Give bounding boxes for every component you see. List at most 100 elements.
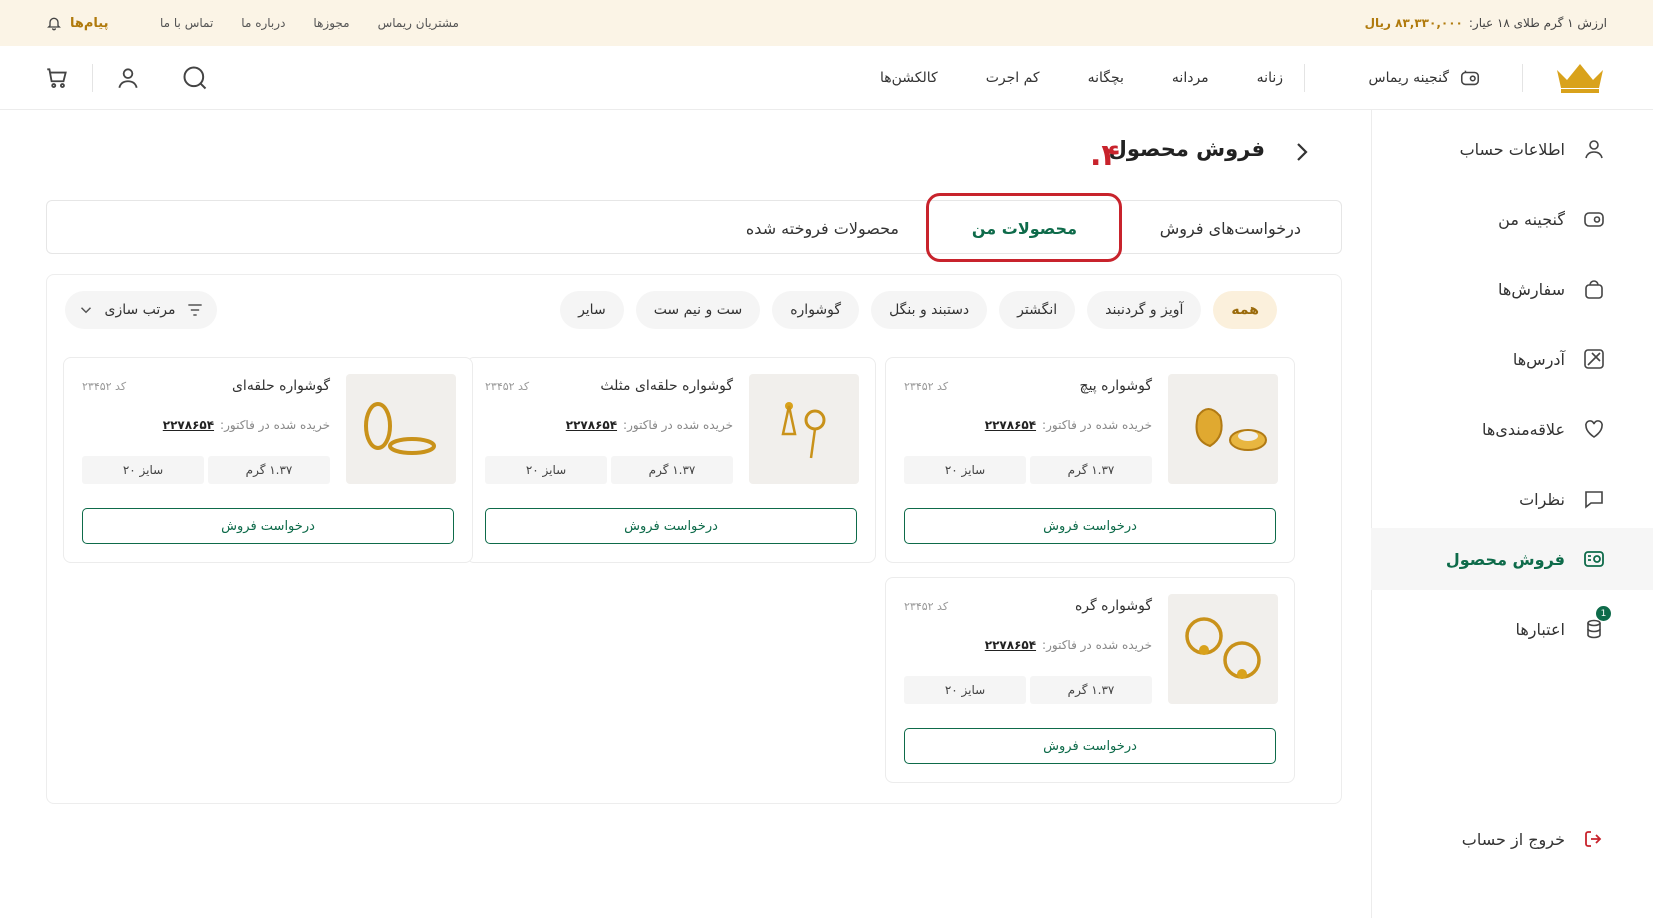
invoice-label: خریده شده در فاکتور: bbox=[220, 418, 330, 432]
category-filters: همه آویز و گردنبند انگشتر دستبند و بنگل … bbox=[560, 291, 1277, 329]
search-icon[interactable] bbox=[181, 64, 209, 92]
messages-label: پیام‌ها bbox=[70, 15, 109, 31]
link-licenses[interactable]: مجوزها bbox=[313, 16, 349, 30]
chevron-down-icon bbox=[80, 307, 92, 314]
tab-highlight-annotation bbox=[926, 193, 1122, 262]
product-code: کد ۲۳۴۵۲ bbox=[904, 380, 949, 393]
invoice-label: خریده شده در فاکتور: bbox=[1042, 638, 1152, 652]
earring-image bbox=[1195, 408, 1267, 451]
nav-collections[interactable]: کالکشن‌ها bbox=[880, 70, 938, 86]
sell-icon bbox=[1581, 546, 1607, 572]
sidebar-item-label: فروش محصول bbox=[1445, 549, 1565, 569]
chevron-right-icon[interactable] bbox=[1291, 140, 1311, 164]
tab-sold-products[interactable]: محصولات فروخته شده bbox=[746, 201, 899, 255]
header-icons-divider bbox=[92, 64, 93, 92]
logout-label: خروج از حساب bbox=[1461, 829, 1565, 849]
nav-low-fee[interactable]: کم اجرت bbox=[986, 70, 1040, 86]
filter-rings[interactable]: انگشتر bbox=[999, 291, 1076, 329]
link-contact[interactable]: تماس با ما bbox=[160, 16, 213, 30]
nav-kids[interactable]: بچگانه bbox=[1088, 70, 1124, 86]
sidebar-item-label: سفارش‌ها bbox=[1498, 279, 1565, 299]
product-name: گوشواره گره bbox=[1074, 598, 1152, 614]
invoice-label: خریده شده در فاکتور: bbox=[1042, 418, 1152, 432]
sidebar-item-orders[interactable]: سفارش‌ها bbox=[1371, 258, 1653, 320]
sidebar-item-sell-product[interactable]: فروش محصول bbox=[1371, 528, 1653, 590]
product-name: گوشواره پیچ bbox=[1079, 378, 1152, 394]
invoice-number[interactable]: ۲۲۷۸۶۵۴ bbox=[163, 418, 214, 432]
sidebar-item-account[interactable]: اطلاعات حساب bbox=[1371, 118, 1653, 180]
step-number-annotation: ۴. bbox=[1090, 138, 1120, 173]
invoice-number[interactable]: ۲۲۷۸۶۵۴ bbox=[985, 638, 1036, 652]
gold-price-label: ارزش ۱ گرم طلای ۱۸ عیار: bbox=[1468, 16, 1607, 30]
heart-icon bbox=[1581, 416, 1607, 442]
sidebar-item-label: اطلاعات حساب bbox=[1459, 139, 1565, 159]
nav-women[interactable]: زنانه bbox=[1257, 70, 1283, 86]
invoice-number[interactable]: ۲۲۷۸۶۵۴ bbox=[566, 418, 617, 432]
treasure-icon bbox=[1581, 206, 1607, 232]
product-size: سایز ۲۰ bbox=[904, 676, 1026, 704]
nav-men[interactable]: مردانه bbox=[1172, 70, 1209, 86]
gold-price-value: ۸۳,۳۳۰,۰۰۰ ریال bbox=[1364, 16, 1463, 30]
tab-sell-requests[interactable]: درخواست‌های فروش bbox=[1160, 201, 1301, 255]
sort-dropdown[interactable]: مرتب سازی bbox=[65, 291, 217, 329]
invoice-info: خریده شده در فاکتور: ۲۲۷۸۶۵۴ bbox=[566, 418, 733, 432]
cart-icon[interactable] bbox=[44, 65, 70, 91]
sidebar-item-label: نظرات bbox=[1519, 489, 1565, 509]
logout-icon bbox=[1581, 826, 1607, 852]
sell-request-button[interactable]: درخواست فروش bbox=[904, 728, 1276, 764]
credits-badge: 1 bbox=[1596, 606, 1611, 621]
product-image[interactable] bbox=[346, 374, 456, 484]
main-header: گنجینه ریماس زنانه مردانه بچگانه کم اجرت… bbox=[0, 46, 1653, 110]
invoice-info: خریده شده در فاکتور: ۲۲۷۸۶۵۴ bbox=[985, 638, 1152, 652]
comment-icon bbox=[1581, 486, 1607, 512]
header-icons bbox=[44, 46, 209, 110]
filter-other[interactable]: سایر bbox=[560, 291, 624, 329]
bag-icon bbox=[1581, 276, 1607, 302]
logout-button[interactable]: خروج از حساب bbox=[1371, 808, 1653, 870]
link-about[interactable]: درباره ما bbox=[241, 16, 285, 30]
user-icon bbox=[1581, 136, 1607, 162]
header-divider bbox=[1522, 64, 1523, 92]
treasure-label: گنجینه ریماس bbox=[1368, 70, 1449, 86]
messages-button[interactable]: پیام‌ها bbox=[46, 0, 109, 46]
sell-request-button[interactable]: درخواست فروش bbox=[82, 508, 454, 544]
main-nav: زنانه مردانه بچگانه کم اجرت کالکشن‌ها bbox=[880, 46, 1283, 110]
header-divider bbox=[1304, 64, 1305, 92]
product-image[interactable] bbox=[1168, 374, 1278, 484]
sell-request-button[interactable]: درخواست فروش bbox=[485, 508, 857, 544]
product-code: کد ۲۳۴۵۲ bbox=[485, 380, 530, 393]
sidebar-item-label: گنجینه من bbox=[1498, 209, 1565, 229]
sidebar-item-comments[interactable]: نظرات bbox=[1371, 468, 1653, 530]
filter-bracelets[interactable]: دستبند و بنگل bbox=[871, 291, 988, 329]
invoice-label: خریده شده در فاکتور: bbox=[623, 418, 733, 432]
filter-lines-icon bbox=[188, 304, 202, 316]
sidebar-item-label: علاقه‌مندی‌ها bbox=[1482, 419, 1565, 439]
link-customers[interactable]: مشتریان ریماس bbox=[378, 16, 459, 30]
filter-earrings[interactable]: گوشواره bbox=[772, 291, 860, 329]
sidebar-item-credits[interactable]: 1 اعتبارها bbox=[1371, 598, 1653, 660]
product-size: سایز ۲۰ bbox=[82, 456, 204, 484]
invoice-number[interactable]: ۲۲۷۸۶۵۴ bbox=[985, 418, 1036, 432]
product-size: سایز ۲۰ bbox=[485, 456, 607, 484]
gold-price: ارزش ۱ گرم طلای ۱۸ عیار: ۸۳,۳۳۰,۰۰۰ ریال bbox=[1365, 16, 1607, 30]
sidebar-item-treasure[interactable]: گنجینه من bbox=[1371, 188, 1653, 250]
sell-request-button[interactable]: درخواست فروش bbox=[904, 508, 1276, 544]
top-links: مشتریان ریماس مجوزها درباره ما تماس با م… bbox=[160, 0, 459, 46]
coins-icon: 1 bbox=[1581, 606, 1611, 642]
sidebar-item-addresses[interactable]: آدرس‌ها bbox=[1371, 328, 1653, 390]
product-name: گوشواره حلقه‌ای bbox=[231, 378, 330, 394]
product-image[interactable] bbox=[1168, 594, 1278, 704]
product-weight: ۱.۳۷ گرم bbox=[208, 456, 330, 484]
invoice-info: خریده شده در فاکتور: ۲۲۷۸۶۵۴ bbox=[163, 418, 330, 432]
filter-pendants[interactable]: آویز و گردنبند bbox=[1087, 291, 1202, 329]
sidebar-item-favorites[interactable]: علاقه‌مندی‌ها bbox=[1371, 398, 1653, 460]
user-icon[interactable] bbox=[115, 65, 141, 91]
product-code: کد ۲۳۴۵۲ bbox=[82, 380, 127, 393]
product-weight: ۱.۳۷ گرم bbox=[1030, 676, 1152, 704]
product-card: گوشواره گره کد ۲۳۴۵۲ خریده شده در فاکتور… bbox=[885, 577, 1295, 783]
filter-all[interactable]: همه bbox=[1213, 291, 1277, 329]
filter-sets[interactable]: ست و نیم ست bbox=[635, 291, 761, 329]
crown-logo-icon[interactable] bbox=[1553, 60, 1607, 94]
product-image[interactable] bbox=[749, 374, 859, 484]
treasure-link[interactable]: گنجینه ریماس bbox=[1369, 46, 1481, 110]
